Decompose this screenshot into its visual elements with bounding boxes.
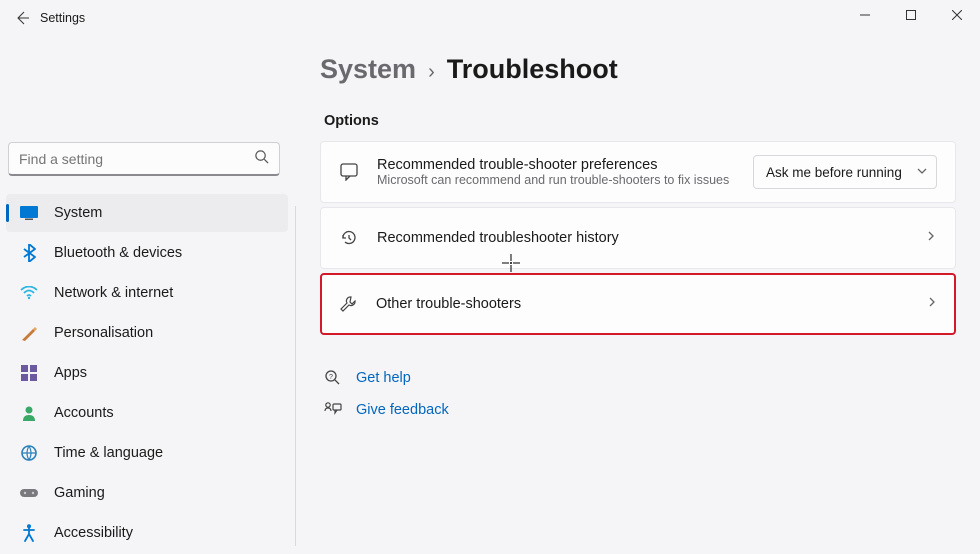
time-language-icon [20, 444, 38, 462]
bluetooth-icon [20, 244, 38, 262]
sidebar-item-network[interactable]: Network & internet [6, 274, 288, 312]
wrench-icon [338, 294, 358, 314]
sidebar-label: Time & language [54, 445, 163, 461]
give-feedback-link[interactable]: Give feedback [324, 401, 956, 419]
back-button[interactable] [8, 4, 36, 32]
card-troubleshooter-history[interactable]: Recommended troubleshooter history [320, 207, 956, 269]
sidebar-item-bluetooth[interactable]: Bluetooth & devices [6, 234, 288, 272]
link-label: Give feedback [356, 402, 449, 418]
system-icon [20, 204, 38, 222]
sidebar-label: Network & internet [54, 285, 173, 301]
personalisation-icon [20, 324, 38, 342]
sidebar-label: Apps [54, 365, 87, 381]
help-links: ? Get help Give feedback [320, 369, 956, 419]
titlebar: Settings [0, 0, 980, 36]
dropdown-value: Ask me before running [766, 165, 902, 180]
chevron-down-icon [916, 165, 928, 180]
sidebar-label: System [54, 205, 102, 221]
gaming-icon [20, 484, 38, 502]
card-title: Recommended troubleshooter history [377, 230, 907, 246]
card-other-troubleshooters[interactable]: Other trouble-shooters [320, 273, 956, 335]
sidebar-item-accounts[interactable]: Accounts [6, 394, 288, 432]
sidebar-label: Personalisation [54, 325, 153, 341]
apps-icon [20, 364, 38, 382]
sidebar-label: Gaming [54, 485, 105, 501]
breadcrumb: System › Troubleshoot [320, 54, 956, 85]
search-icon [254, 149, 269, 169]
options-label: Options [324, 113, 956, 129]
sidebar-label: Bluetooth & devices [54, 245, 182, 261]
chat-icon [339, 162, 359, 182]
card-subtitle: Microsoft can recommend and run trouble-… [377, 173, 735, 187]
card-title: Other trouble-shooters [376, 296, 908, 312]
link-label: Get help [356, 370, 411, 386]
search-field[interactable] [19, 151, 254, 167]
chevron-right-icon [925, 229, 937, 247]
accounts-icon [20, 404, 38, 422]
breadcrumb-parent[interactable]: System [320, 54, 416, 85]
window-title: Settings [40, 11, 85, 25]
sidebar-item-personalisation[interactable]: Personalisation [6, 314, 288, 352]
sidebar: System Bluetooth & devices Network & int… [0, 36, 296, 554]
network-icon [20, 284, 38, 302]
page-title: Troubleshoot [447, 54, 618, 85]
accessibility-icon [20, 524, 38, 542]
card-troubleshooter-preferences: Recommended trouble-shooter preferences … [320, 141, 956, 203]
chevron-right-icon [926, 295, 938, 313]
preferences-dropdown[interactable]: Ask me before running [753, 155, 937, 189]
card-title: Recommended trouble-shooter preferences [377, 157, 735, 173]
svg-text:?: ? [329, 374, 333, 381]
search-input[interactable] [8, 142, 280, 176]
feedback-icon [324, 401, 342, 419]
help-icon: ? [324, 369, 342, 387]
close-button[interactable] [934, 0, 980, 30]
minimize-button[interactable] [842, 0, 888, 30]
sidebar-item-gaming[interactable]: Gaming [6, 474, 288, 512]
history-icon [339, 228, 359, 248]
sidebar-label: Accessibility [54, 525, 133, 541]
sidebar-label: Accounts [54, 405, 114, 421]
sidebar-divider [295, 206, 296, 546]
sidebar-item-accessibility[interactable]: Accessibility [6, 514, 288, 552]
window-controls [842, 0, 980, 30]
sidebar-nav: System Bluetooth & devices Network & int… [6, 194, 288, 552]
sidebar-item-time-language[interactable]: Time & language [6, 434, 288, 472]
maximize-button[interactable] [888, 0, 934, 30]
main-content: System › Troubleshoot Options Recommende… [296, 36, 980, 554]
get-help-link[interactable]: ? Get help [324, 369, 956, 387]
sidebar-item-apps[interactable]: Apps [6, 354, 288, 392]
breadcrumb-separator: › [428, 61, 435, 84]
sidebar-item-system[interactable]: System [6, 194, 288, 232]
